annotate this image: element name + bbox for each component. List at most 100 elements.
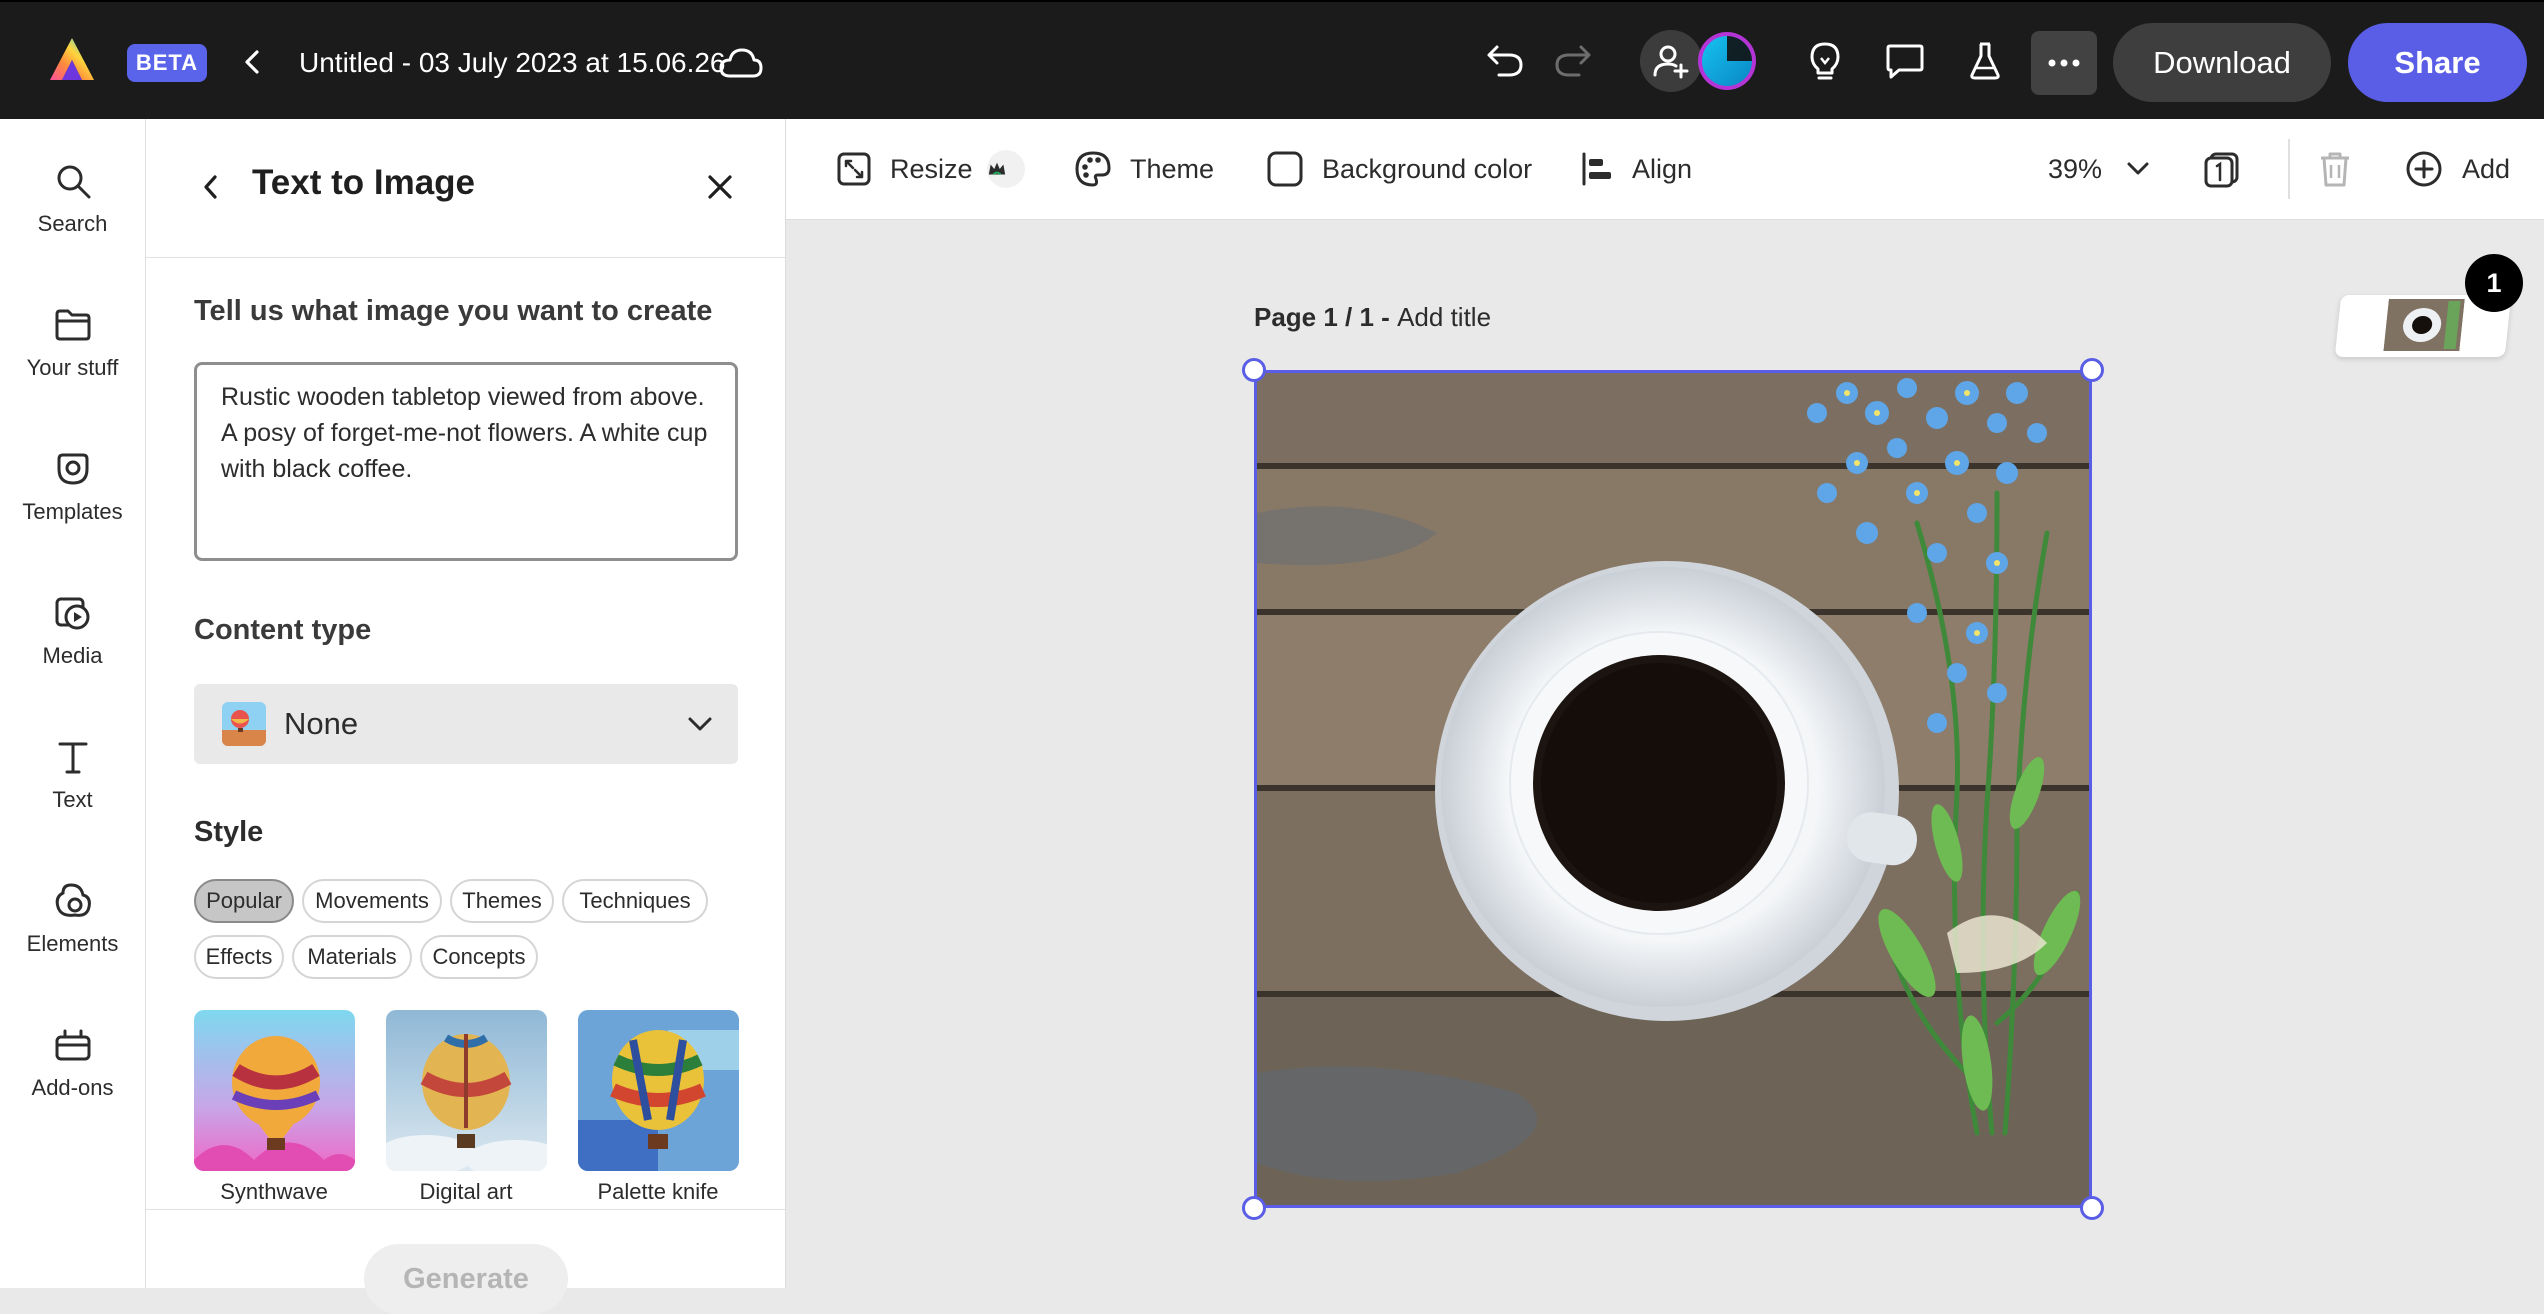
search-icon xyxy=(57,165,90,199)
style-tab-movements[interactable]: Movements xyxy=(302,879,442,923)
media-icon xyxy=(55,597,89,630)
panel-footer-divider xyxy=(146,1209,785,1210)
prompt-textarea[interactable]: Rustic wooden tabletop viewed from above… xyxy=(194,362,738,561)
close-icon[interactable] xyxy=(700,167,740,207)
resize-handle-bottom-right[interactable] xyxy=(2080,1196,2104,1220)
more-options-button[interactable] xyxy=(2031,31,2097,95)
beta-badge: BETA xyxy=(127,44,207,82)
background-color-label: Background color xyxy=(1322,153,1533,184)
resize-handle-bottom-left[interactable] xyxy=(1242,1196,1266,1220)
panel-header: Text to Image xyxy=(146,119,785,258)
style-tab-popular[interactable]: Popular xyxy=(194,879,294,923)
folder-icon xyxy=(55,309,90,341)
rail-label: Text xyxy=(52,787,93,812)
chevron-down-icon xyxy=(682,706,718,742)
resize-label: Resize xyxy=(890,153,973,184)
style-preset-digital-art[interactable] xyxy=(386,1010,547,1171)
pages-icon xyxy=(2204,152,2239,188)
resize-handle-top-right[interactable] xyxy=(2080,358,2104,382)
content-type-select[interactable]: None xyxy=(194,684,738,764)
rail-item-add-ons[interactable]: Add-ons xyxy=(0,1025,145,1101)
zoom-select[interactable]: 39% xyxy=(2048,119,2150,219)
style-tab-materials[interactable]: Materials xyxy=(292,935,412,979)
page-count-badge: 1 xyxy=(2465,254,2523,312)
elements-icon xyxy=(55,883,91,917)
content-type-value: None xyxy=(284,706,359,741)
generate-button[interactable]: Generate xyxy=(364,1244,568,1314)
adobe-express-logo-icon[interactable] xyxy=(42,30,102,90)
premium-crown-icon xyxy=(986,150,1025,188)
style-tab-techniques[interactable]: Techniques xyxy=(562,879,708,923)
theme-label: Theme xyxy=(1130,153,1215,184)
rail-item-your-stuff[interactable]: Your stuff xyxy=(0,305,145,381)
addons-icon xyxy=(55,1029,90,1061)
background-color-button[interactable]: Background color xyxy=(1266,119,1532,219)
style-heading: Style xyxy=(194,816,264,848)
theme-button[interactable]: Theme xyxy=(1074,119,1214,219)
pages-button[interactable] xyxy=(2202,119,2260,219)
rail-label: Elements xyxy=(26,931,119,956)
delete-button xyxy=(2316,119,2372,219)
undo-icon[interactable] xyxy=(1482,38,1528,84)
style-preset-label: Synthwave xyxy=(220,1179,328,1204)
redo-icon xyxy=(1550,38,1596,84)
comment-icon[interactable] xyxy=(1882,38,1928,84)
chevron-down-icon xyxy=(2127,162,2149,175)
add-label: Add xyxy=(2462,153,2511,184)
download-button[interactable]: Download xyxy=(2113,23,2331,102)
share-button[interactable]: Share xyxy=(2348,23,2527,102)
rail-label: Add-ons xyxy=(31,1075,114,1100)
align-button[interactable]: Align xyxy=(1580,119,1692,219)
page-number: Page 1 / 1 - xyxy=(1254,302,1398,332)
style-tab-themes[interactable]: Themes xyxy=(450,879,554,923)
style-preset-synthwave[interactable] xyxy=(194,1010,355,1171)
add-circle-icon xyxy=(2406,151,2442,187)
invite-user-icon[interactable] xyxy=(1640,30,1702,92)
palette-icon xyxy=(1075,151,1111,187)
trash-icon xyxy=(2321,152,2349,187)
style-preset-label: Digital art xyxy=(419,1179,513,1204)
top-bar: BETA Untitled - 03 July 2023 at 15.06.26… xyxy=(0,0,2544,119)
zoom-value: 39% xyxy=(2048,153,2103,184)
page-label: Page 1 / 1 - Add title xyxy=(1254,302,1491,333)
artboard-image[interactable] xyxy=(1254,370,2092,1208)
more-icon xyxy=(2048,59,2080,67)
templates-icon xyxy=(57,453,88,485)
rail-item-templates[interactable]: Templates xyxy=(0,449,145,525)
style-tab-concepts[interactable]: Concepts xyxy=(420,935,538,979)
toolbar-divider xyxy=(2288,139,2290,199)
avatar[interactable] xyxy=(1696,30,1758,92)
page-thumbnail-image xyxy=(2383,299,2465,351)
style-preset-palette-knife[interactable] xyxy=(578,1010,739,1171)
rail-item-search[interactable]: Search xyxy=(0,161,145,237)
add-title-link[interactable]: Add title xyxy=(1397,302,1491,332)
style-tab-effects[interactable]: Effects xyxy=(194,935,284,979)
rail-label: Your stuff xyxy=(26,355,119,380)
rail-item-elements[interactable]: Elements xyxy=(0,881,145,957)
style-preset-label: Palette knife xyxy=(597,1179,719,1204)
lightbulb-icon[interactable] xyxy=(1802,38,1848,84)
resize-button[interactable]: Resize xyxy=(836,119,1025,219)
rail-label: Media xyxy=(42,643,103,668)
rail-item-text[interactable]: Text xyxy=(0,737,145,813)
document-title[interactable]: Untitled - 03 July 2023 at 15.06.26 xyxy=(299,40,726,86)
align-left-icon xyxy=(1582,152,1611,186)
rail-label: Search xyxy=(37,211,108,236)
resize-handle-top-left[interactable] xyxy=(1242,358,1266,382)
text-to-image-panel: Text to Image Tell us what image you wan… xyxy=(146,119,786,1314)
background-swatch-icon xyxy=(1267,151,1303,187)
panel-back-icon[interactable] xyxy=(194,167,228,207)
text-icon xyxy=(58,742,87,774)
content-type-thumbnail-icon xyxy=(222,702,266,746)
flask-icon[interactable] xyxy=(1962,38,2008,84)
back-chevron-icon[interactable] xyxy=(232,42,272,82)
add-page-button[interactable]: Add xyxy=(2404,119,2510,219)
panel-title: Text to Image xyxy=(252,163,476,202)
rail-item-media[interactable]: Media xyxy=(0,593,145,669)
generated-coffee-image xyxy=(1257,373,2089,1205)
align-label: Align xyxy=(1632,153,1693,184)
left-rail: Search Your stuff Templates Media Text E… xyxy=(0,119,146,1288)
content-type-heading: Content type xyxy=(194,614,372,646)
resize-icon xyxy=(837,152,871,186)
cloud-sync-icon[interactable] xyxy=(716,40,766,86)
